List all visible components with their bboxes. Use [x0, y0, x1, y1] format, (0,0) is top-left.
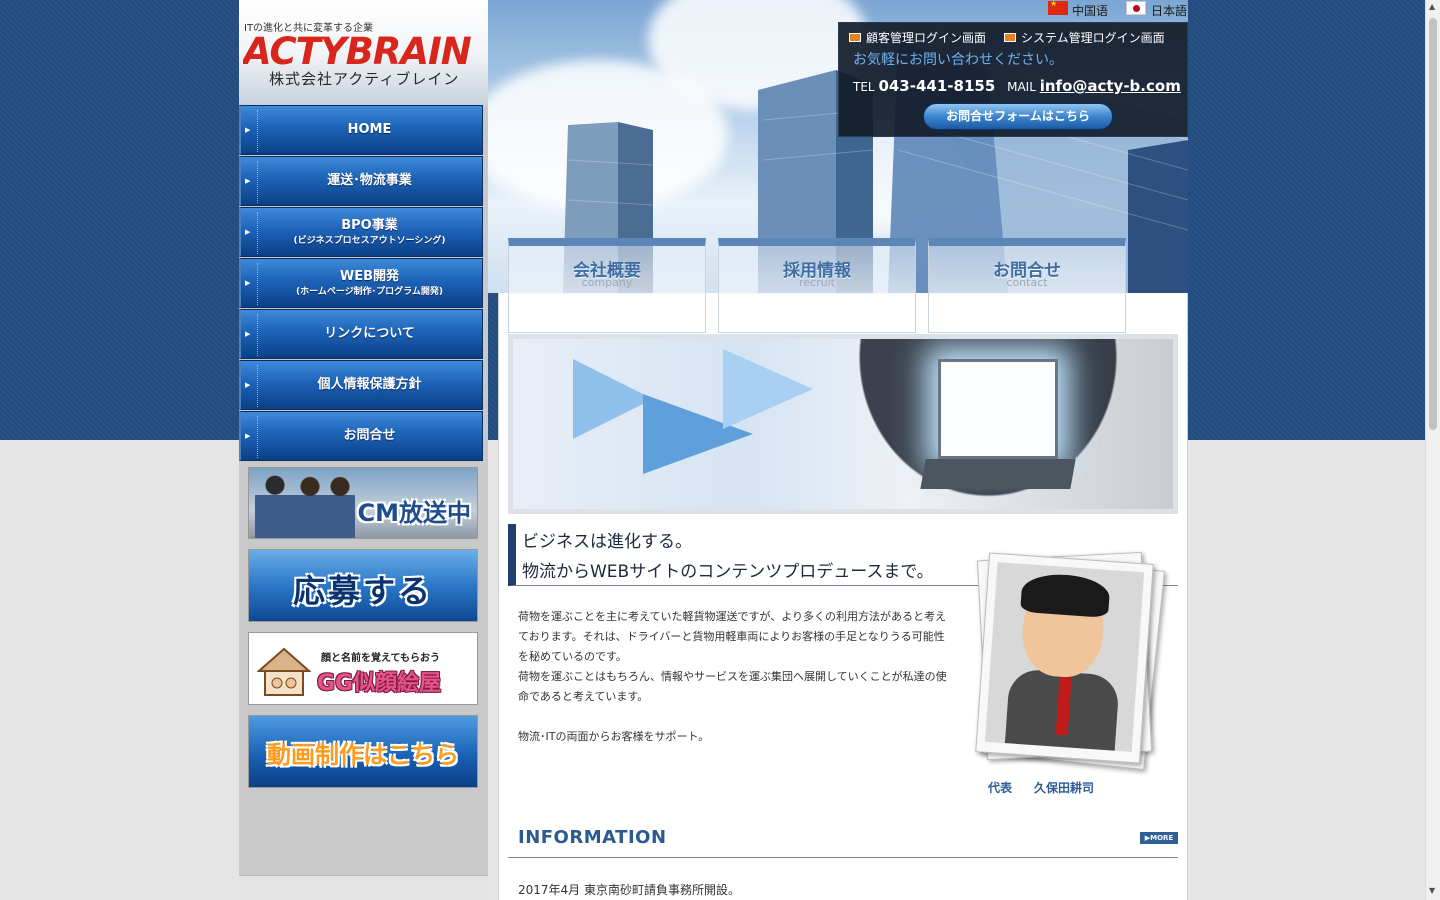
sidebar-footer	[239, 875, 488, 900]
information-title: INFORMATION	[518, 827, 667, 848]
video-banner[interactable]: 動画制作はこちら	[248, 715, 478, 788]
nav-web-dev[interactable]: ▶ WEB開発 (ホームページ制作･プログラム開発)	[239, 258, 483, 308]
representative-title: 代表	[988, 781, 1013, 795]
headline-line-1: ビジネスは進化する。	[522, 532, 692, 552]
tab-sublabel: company	[581, 276, 633, 289]
lang-chinese[interactable]: 中国语	[1072, 2, 1108, 19]
scroll-thumb[interactable]	[1429, 18, 1437, 430]
gg-portrait-banner[interactable]: 顔と名前を覚えてもらおう GG似顔絵屋	[248, 632, 478, 705]
nav-home[interactable]: ▶ HOME	[239, 105, 483, 155]
mail-label: MAIL	[1007, 80, 1036, 94]
nav-links[interactable]: ▶ リンクについて	[239, 309, 483, 359]
tab-contact[interactable]: お問合せ contact	[928, 238, 1126, 333]
gg-banner-caption: 顔と名前を覚えてもらおう	[321, 653, 440, 664]
nav-label: HOME	[347, 122, 392, 138]
scroll-down-icon[interactable]: ▼	[1429, 886, 1435, 895]
logo[interactable]: ITの進化と共に変革する企業 ACTYBRAIN 株式会社アクティブレイン	[239, 0, 488, 106]
nav-label: 運送･物流事業	[327, 173, 412, 189]
nav-logistics[interactable]: ▶ 運送･物流事業	[239, 156, 483, 206]
contact-box: 顧客管理ログイン画面 システム管理ログイン画面 お気軽にお問い合わせください。 …	[838, 22, 1188, 137]
scroll-up-icon[interactable]: ▲	[1429, 2, 1435, 11]
video-banner-label: 動画制作はこちら	[267, 741, 459, 769]
intro-paragraph: 物流･ITの両面からお客様をサポート。	[518, 730, 710, 743]
tab-sublabel: contact	[1006, 276, 1048, 289]
sidebar: ITの進化と共に変革する企業 ACTYBRAIN 株式会社アクティブレイン ▶ …	[239, 0, 488, 900]
tab-sublabel: recruit	[799, 276, 835, 289]
nav-sublabel: (ホームページ制作･プログラム開発)	[295, 286, 443, 297]
company-name: 株式会社アクティブレイン	[269, 70, 460, 88]
nav-label: WEB開発	[339, 269, 400, 285]
lang-japanese[interactable]: 日本語	[1151, 2, 1187, 19]
triangle-right-icon: ▶	[245, 432, 251, 440]
japan-flag-icon[interactable]	[1126, 1, 1146, 15]
more-button[interactable]: ▶MORE	[1140, 832, 1178, 844]
intro-paragraph: 荷物を運ぶことを主に考えていた軽貨物運送ですが、より多くの利用方法があると考えて…	[518, 610, 947, 663]
brand-wordmark: ACTYBRAIN	[243, 30, 472, 70]
contact-message: お気軽にお問い合わせください。	[853, 52, 1063, 68]
triangle-right-icon: ▶	[245, 381, 251, 389]
staff-photo	[255, 472, 355, 538]
representative-portrait	[972, 548, 1166, 778]
brand-logo: ACTYBRAIN	[243, 30, 473, 70]
tab-recruit[interactable]: 採用情報 recruit	[718, 238, 916, 333]
triangle-right-icon: ▶	[245, 228, 251, 236]
window-icon	[1004, 33, 1016, 42]
page-scrollbar[interactable]: ▲ ▼	[1425, 0, 1440, 900]
laptop-screen	[938, 359, 1058, 459]
window-icon	[849, 33, 861, 42]
cm-banner[interactable]: CM放送中	[248, 467, 478, 539]
nav-sublabel: (ビジネスプロセスアウトソーシング)	[293, 235, 446, 246]
gg-banner-title: GG似顔絵屋	[317, 671, 442, 696]
triangle-right-icon: ▶	[245, 279, 251, 287]
nav-contact[interactable]: ▶ お問合せ	[239, 411, 483, 461]
intro-paragraph: 荷物を運ぶことはもちろん、情報やサービスを運ぶ集団へ展開していくことが私達の使命…	[518, 670, 947, 703]
customer-login-link[interactable]: 顧客管理ログイン画面	[849, 29, 986, 46]
apply-banner-label: 応募する	[292, 572, 433, 610]
representative-caption: 代表 久保田耕司	[988, 779, 1094, 796]
nav-label: BPO事業	[341, 218, 398, 234]
china-flag-icon[interactable]	[1048, 0, 1068, 15]
tel-number: 043-441-8155	[878, 77, 996, 95]
apply-banner[interactable]: 応募する	[248, 549, 478, 622]
tel-label: TEL	[853, 80, 875, 94]
cm-banner-label: CM放送中	[357, 499, 472, 527]
information-item[interactable]: 2017年4月 東京南砂町請負事務所開設。	[518, 881, 740, 898]
representative-name: 久保田耕司	[1034, 781, 1095, 795]
triangle-right-icon: ▶	[245, 126, 251, 134]
triangle-right-icon: ▶	[245, 177, 251, 185]
system-login-link[interactable]: システム管理ログイン画面	[1004, 29, 1165, 46]
mail-link[interactable]: info@acty-b.com	[1040, 77, 1181, 95]
triangle-right-icon: ▶	[245, 330, 251, 338]
house-icon	[257, 647, 311, 696]
contact-info: TEL 043-441-8155 MAIL info@acty-b.com	[853, 77, 1181, 95]
nav-privacy[interactable]: ▶ 個人情報保護方針	[239, 360, 483, 410]
intro-text: 荷物を運ぶことを主に考えていた軽貨物運送ですが、より多くの利用方法があると考えて…	[518, 607, 948, 747]
nav-label: リンクについて	[324, 326, 415, 342]
nav-label: 個人情報保護方針	[317, 377, 422, 393]
information-header: INFORMATION ▶MORE	[508, 826, 1178, 858]
main-nav: ▶ HOME ▶ 運送･物流事業 ▶ BPO事業 (ビジネスプロセスアウトソーシン…	[239, 105, 483, 462]
nav-bpo[interactable]: ▶ BPO事業 (ビジネスプロセスアウトソーシング)	[239, 207, 483, 257]
section-tabs: 会社概要 company 採用情報 recruit お問合せ contact	[508, 238, 1128, 333]
business-image	[508, 334, 1178, 514]
contact-form-button[interactable]: お問合せフォームはこちら	[923, 103, 1113, 130]
nav-label: お問合せ	[343, 428, 396, 444]
headline-line-2: 物流からWEBサイトのコンテンツプロデュースまで。	[522, 562, 934, 582]
tab-company[interactable]: 会社概要 company	[508, 238, 706, 333]
